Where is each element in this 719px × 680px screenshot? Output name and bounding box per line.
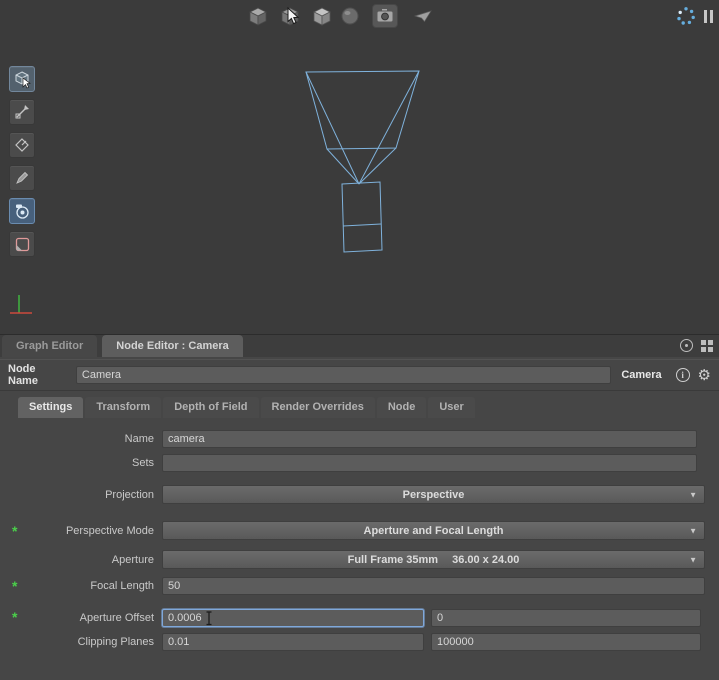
transform-tool[interactable] <box>9 99 35 125</box>
cube-light-icon[interactable] <box>310 4 334 28</box>
row-sets: Sets <box>0 453 697 472</box>
tab-transform[interactable]: Transform <box>85 397 161 418</box>
row-aperture-offset: Aperture Offset <box>0 608 701 627</box>
node-name-label: Node Name <box>8 363 68 387</box>
aperture-size-value: 36.00 x 24.00 <box>452 554 519 566</box>
network-spinner-icon <box>676 6 696 26</box>
row-projection: Projection Perspective ▼ <box>0 485 705 504</box>
aperture-offset-label: Aperture Offset <box>0 612 162 624</box>
tab-graph-editor[interactable]: Graph Editor <box>2 335 97 357</box>
grid-layout-icon[interactable] <box>701 340 713 352</box>
name-input[interactable] <box>162 430 697 448</box>
aperture-offset-x-input[interactable] <box>162 609 424 627</box>
sphere-icon[interactable] <box>338 4 362 28</box>
node-name-input[interactable] <box>76 366 611 384</box>
send-arrow-icon[interactable] <box>412 4 436 28</box>
sets-label: Sets <box>0 457 162 469</box>
perspective-mode-value: Aperture and Focal Length <box>364 525 504 537</box>
pencil-tool[interactable] <box>9 165 35 191</box>
cube-solid-icon[interactable] <box>246 4 270 28</box>
sets-input[interactable] <box>162 454 697 472</box>
tool-column <box>9 66 35 257</box>
row-name: Name <box>0 429 697 448</box>
target-icon[interactable] <box>680 339 693 352</box>
projection-dropdown[interactable]: Perspective ▼ <box>162 485 705 504</box>
aperture-dropdown[interactable]: Full Frame 35mm 36.00 x 24.00 ▼ <box>162 550 705 569</box>
viewport-toolbar <box>246 4 436 28</box>
perspective-mode-dropdown[interactable]: Aperture and Focal Length ▼ <box>162 521 705 540</box>
clipping-planes-label: Clipping Planes <box>0 636 162 648</box>
row-clipping-planes: Clipping Planes <box>0 632 701 651</box>
axis-gizmo <box>8 292 36 318</box>
select-tool[interactable] <box>9 66 35 92</box>
tab-depth-of-field[interactable]: Depth of Field <box>163 397 258 418</box>
chevron-down-icon: ▼ <box>689 490 697 499</box>
camera-wireframe <box>0 0 719 335</box>
gear-icon[interactable]: ⚙ <box>698 368 711 383</box>
node-editor-panel: Graph Editor Node Editor : Camera Node N… <box>0 334 719 680</box>
focal-length-label: Focal Length <box>0 580 162 592</box>
app-window: Graph Editor Node Editor : Camera Node N… <box>0 0 719 680</box>
tab-settings[interactable]: Settings <box>18 397 83 418</box>
node-type-label: Camera <box>621 369 661 381</box>
aperture-format-value: Full Frame 35mm <box>348 554 438 566</box>
row-aperture: Aperture Full Frame 35mm 36.00 x 24.00 ▼ <box>0 550 705 569</box>
panel-tabstrip: Graph Editor Node Editor : Camera <box>0 335 719 357</box>
focal-length-input[interactable] <box>162 577 705 595</box>
projection-label: Projection <box>0 489 162 501</box>
chevron-down-icon: ▼ <box>689 555 697 564</box>
tab-node[interactable]: Node <box>377 397 427 418</box>
clipping-near-input[interactable] <box>162 633 424 651</box>
attribute-tabs: Settings Transform Depth of Field Render… <box>18 397 475 418</box>
name-label: Name <box>0 433 162 445</box>
rotate-tool[interactable] <box>9 132 35 158</box>
row-perspective-mode: Perspective Mode Aperture and Focal Leng… <box>0 521 705 540</box>
tab-render-overrides[interactable]: Render Overrides <box>261 397 375 418</box>
perspective-mode-label: Perspective Mode <box>0 525 162 537</box>
status-area <box>676 6 713 26</box>
snapshot-camera-icon[interactable] <box>372 4 398 28</box>
clipping-far-input[interactable] <box>431 633 701 651</box>
row-focal-length: Focal Length <box>0 576 705 595</box>
chevron-down-icon: ▼ <box>689 526 697 535</box>
render-region-tool[interactable] <box>9 231 35 257</box>
pause-icon[interactable] <box>704 10 713 23</box>
aperture-offset-y-input[interactable] <box>431 609 701 627</box>
aperture-label: Aperture <box>0 554 162 566</box>
tab-user[interactable]: User <box>428 397 474 418</box>
camera-tool[interactable] <box>9 198 35 224</box>
node-name-row: Node Name Camera i ⚙ <box>0 359 719 391</box>
info-icon[interactable]: i <box>676 368 690 382</box>
tab-node-editor-camera[interactable]: Node Editor : Camera <box>102 335 242 357</box>
cube-select-icon[interactable] <box>278 4 302 28</box>
projection-value: Perspective <box>403 489 465 501</box>
